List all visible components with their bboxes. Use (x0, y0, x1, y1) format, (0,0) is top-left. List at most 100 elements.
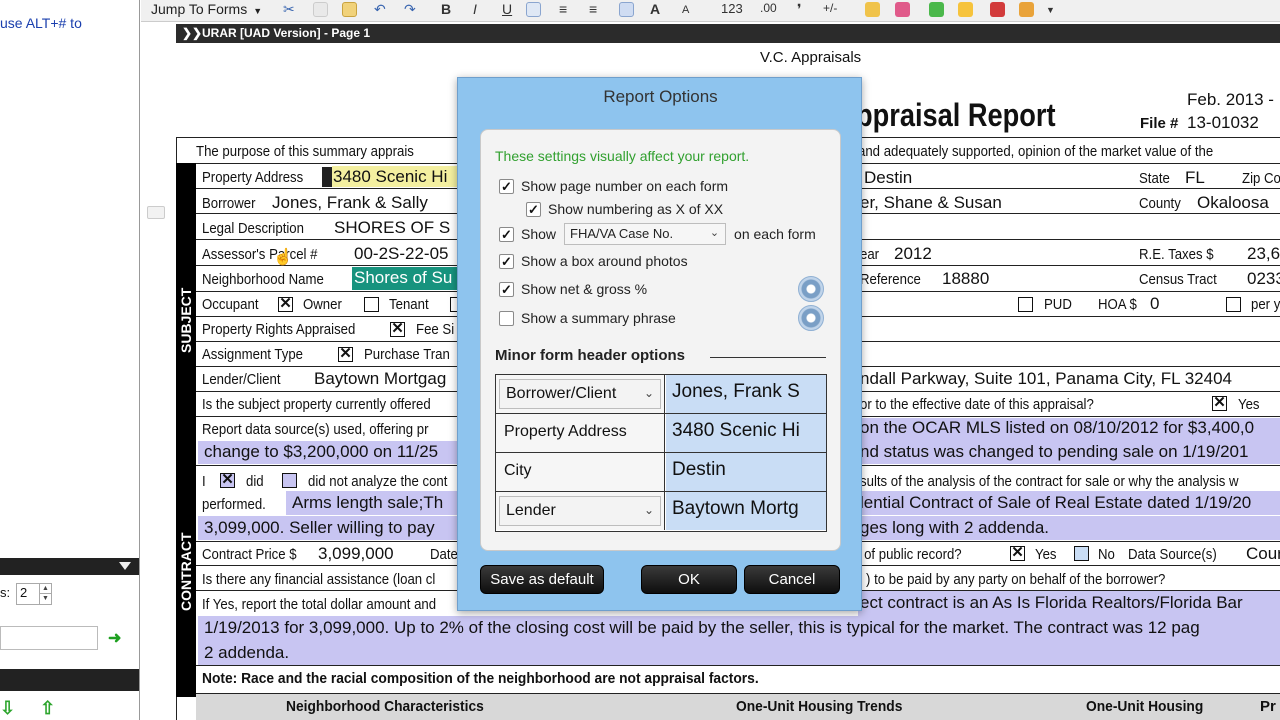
spin-down-icon[interactable]: ▼ (39, 594, 51, 604)
borrower-value[interactable]: Jones, Frank & Sally (272, 193, 428, 213)
public-record-no-checkbox[interactable] (1074, 546, 1089, 561)
notes-icon[interactable] (958, 2, 973, 17)
pdf-icon[interactable] (990, 2, 1005, 17)
census-tract-value[interactable]: 0233.0 (1247, 269, 1280, 289)
lender-value[interactable]: Baytown Mortgag (314, 369, 446, 389)
summary-phrase-checkbox[interactable] (499, 310, 514, 326)
value-cell[interactable]: Baytown Mortg (666, 492, 826, 530)
align-center-icon[interactable]: ≡ (559, 1, 567, 17)
splitter-handle[interactable] (147, 206, 165, 219)
report-data-value[interactable]: on the OCAR MLS listed on 08/10/2012 for… (860, 418, 1254, 438)
did-not-checkbox[interactable] (282, 473, 297, 488)
fee-simple-checkbox[interactable]: ✕ (390, 321, 405, 337)
decimal-button[interactable]: .00 (760, 1, 777, 15)
italic-button[interactable]: I (473, 1, 477, 17)
lender-address-value[interactable]: ndall Parkway, Suite 101, Panama City, F… (860, 369, 1232, 389)
pud-checkbox[interactable] (1018, 297, 1033, 312)
jump-to-forms-dropdown[interactable]: Jump To Forms ▼ (151, 1, 262, 17)
highlight-icon[interactable] (895, 2, 910, 17)
state-value[interactable]: FL (1185, 168, 1205, 188)
tax-year-value[interactable]: 2012 (894, 244, 932, 264)
offered-yes-checkbox[interactable]: ✕ (1212, 395, 1227, 411)
underline-button[interactable]: U (502, 1, 512, 17)
property-address-value[interactable]: 3480 Scenic Hi (333, 167, 447, 187)
net-gross-settings-icon[interactable] (798, 276, 824, 302)
page-number-checkbox[interactable]: ✓ (499, 178, 514, 194)
copies-spinner[interactable]: 2 ▲ ▼ (16, 583, 52, 605)
closing-cost-value[interactable]: 1/19/2013 for 3,099,000. Up to 2% of the… (204, 618, 1200, 638)
county-value[interactable]: Okaloosa (1197, 193, 1269, 213)
change-value[interactable]: change to $3,200,000 on 11/25 (204, 442, 438, 462)
bold-button[interactable]: B (441, 1, 451, 17)
contract-price-value[interactable]: 3,099,000 (318, 544, 394, 564)
addenda-field[interactable] (198, 641, 1280, 665)
copy-icon[interactable] (313, 2, 328, 17)
field-select-1[interactable]: Borrower/Client ⌄ (499, 379, 661, 409)
value-cell[interactable]: Destin (666, 453, 826, 491)
box-photos-checkbox[interactable]: ✓ (499, 253, 514, 269)
status-value[interactable]: nd status was changed to pending sale on… (860, 442, 1248, 462)
owner-checkbox[interactable]: ✕ (278, 296, 293, 312)
font-grow-icon[interactable]: A (650, 1, 660, 17)
save-as-default-button[interactable]: Save as default (480, 565, 604, 594)
field-marker[interactable] (322, 167, 332, 187)
purchase-checkbox[interactable]: ✕ (338, 346, 353, 362)
go-arrow-icon[interactable]: ➜ (108, 628, 121, 648)
align-right-icon[interactable]: ≡ (589, 1, 597, 17)
nav-arrows-icon[interactable]: ⇩ ⇧ (0, 698, 65, 719)
paste-icon[interactable] (342, 2, 357, 17)
lock-icon[interactable] (865, 2, 880, 17)
spin-value[interactable]: 2 (20, 585, 27, 600)
neighborhood-value[interactable]: Shores of Su (354, 268, 452, 288)
undo-icon[interactable]: ↶ (374, 1, 386, 18)
value-cell[interactable]: Jones, Frank S (666, 375, 826, 413)
file-number[interactable]: 13-01032 (1187, 113, 1259, 133)
splitter[interactable] (141, 22, 176, 720)
numbering-checkbox[interactable]: ✓ (526, 201, 541, 217)
option-net-gross[interactable]: ✓ Show net & gross % (499, 281, 647, 297)
option-page-number[interactable]: ✓ Show page number on each form (499, 178, 728, 194)
legal-description-value[interactable]: SHORES OF S (334, 218, 450, 238)
cut-icon[interactable]: ✂ (283, 1, 295, 18)
apn-value[interactable]: 00-2S-22-05 (354, 244, 449, 264)
plus-minus-button[interactable]: +/- (823, 1, 837, 15)
summary-phrase-settings-icon[interactable] (798, 305, 824, 331)
collapse-chevron-icon[interactable]: ❯❯ (182, 26, 202, 40)
contract-value[interactable]: lential Contract of Sale of Real Estate … (860, 493, 1251, 513)
tenant-checkbox[interactable] (364, 297, 379, 312)
font-icon[interactable] (619, 2, 634, 17)
number-format-button[interactable]: 123 (721, 1, 743, 16)
did-checkbox[interactable]: ✕ (220, 472, 235, 488)
addenda-value[interactable]: 2 addenda. (204, 643, 289, 663)
per-year-checkbox[interactable] (1226, 297, 1241, 312)
panel-input[interactable] (0, 626, 98, 650)
triangle-down-icon[interactable] (119, 562, 131, 570)
case-type-select[interactable]: FHA/VA Case No. ⌄ (564, 223, 727, 245)
ok-button[interactable]: OK (641, 565, 737, 594)
re-taxes-value[interactable]: 23,66 (1247, 244, 1280, 264)
net-gross-checkbox[interactable]: ✓ (499, 281, 514, 297)
show-case-checkbox[interactable]: ✓ (499, 226, 514, 242)
public-record-yes-checkbox[interactable]: ✕ (1010, 545, 1025, 561)
export-icon[interactable] (929, 2, 944, 17)
data-sources-value[interactable]: Cour (1246, 544, 1280, 564)
option-summary-phrase[interactable]: Show a summary phrase (499, 310, 676, 326)
form-header-bar[interactable]: ❯❯ URAR [UAD Version] - Page 1 (176, 24, 1280, 43)
option-show-case[interactable]: ✓ Show FHA/VA Case No. ⌄ on each form (499, 223, 816, 245)
option-box-photos[interactable]: ✓ Show a box around photos (499, 253, 688, 269)
value-cell[interactable]: 3480 Scenic Hi (666, 414, 826, 452)
owner-of-record-value[interactable]: er, Shane & Susan (860, 193, 1002, 213)
if-yes-value[interactable]: ect contract is an As Is Florida Realtor… (860, 593, 1243, 613)
more-caret-icon[interactable]: ▼ (1046, 5, 1055, 15)
hoa-value[interactable]: 0 (1150, 294, 1159, 314)
arms-length-value[interactable]: Arms length sale;Th (292, 493, 443, 513)
font-shrink-icon[interactable]: A (682, 4, 689, 16)
city-value[interactable]: Destin (864, 168, 912, 188)
redo-icon[interactable]: ↷ (404, 1, 416, 18)
map-reference-value[interactable]: 18880 (942, 269, 989, 289)
seller-value[interactable]: 3,099,000. Seller willing to pay (204, 518, 435, 538)
option-numbering[interactable]: ✓ Show numbering as X of XX (526, 201, 723, 217)
pages-value[interactable]: ges long with 2 addenda. (860, 518, 1049, 538)
spin-up-icon[interactable]: ▲ (39, 584, 51, 594)
addon-icon[interactable] (1019, 2, 1034, 17)
